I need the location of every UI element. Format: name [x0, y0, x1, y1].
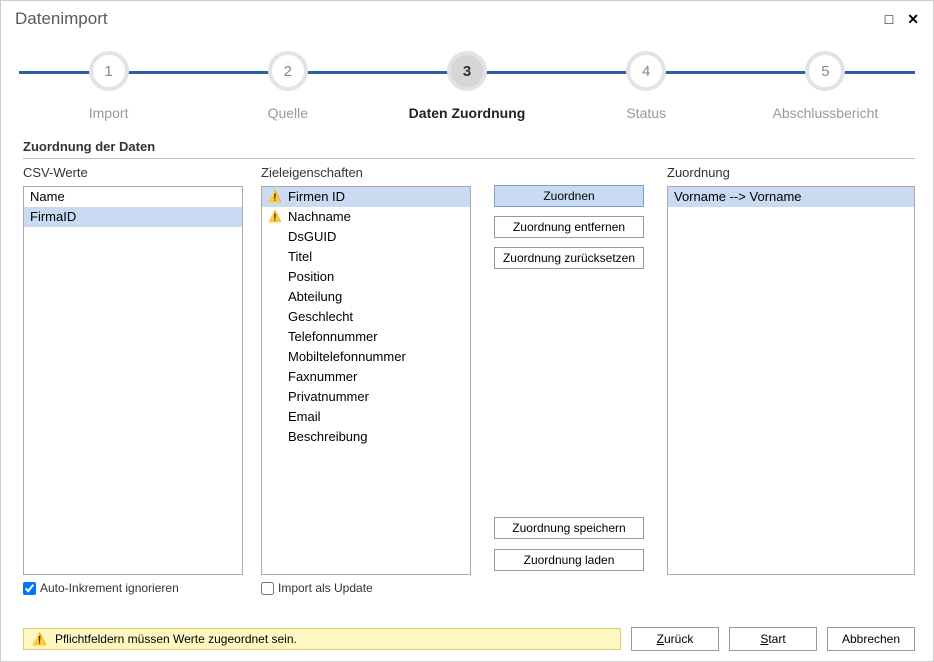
back-button[interactable]: Zurück — [631, 627, 719, 651]
ziel-header: Zieleigenschaften — [261, 165, 471, 180]
ziel-listbox[interactable]: ⚠️ Firmen ID ⚠️ Nachname DsGUID Titel Position… — [261, 186, 471, 575]
list-item[interactable]: Email — [262, 407, 470, 427]
list-item-label: Abteilung — [288, 288, 342, 306]
step-number: 5 — [805, 51, 845, 91]
step-number: 1 — [89, 51, 129, 91]
csv-header: CSV-Werte — [23, 165, 243, 180]
zuord-listbox[interactable]: Vorname --> Vorname — [667, 186, 915, 575]
titlebar: Datenimport □ ✕ — [1, 1, 933, 33]
warning-icon: ⚠️ — [268, 208, 282, 226]
step-2: 2 Quelle — [198, 43, 377, 121]
warning-icon: ⚠️ — [268, 188, 282, 206]
zuord-header: Zuordnung — [667, 165, 915, 180]
list-item[interactable]: Name — [24, 187, 242, 207]
window-title: Datenimport — [15, 9, 108, 29]
step-1: 1 Import — [19, 43, 198, 121]
warning-icon: ⚠️ — [32, 632, 47, 646]
list-item[interactable]: Abteilung — [262, 287, 470, 307]
warning-message-bar: ⚠️ Pflichtfeldern müssen Werte zugeordne… — [23, 628, 621, 650]
reset-mapping-button[interactable]: Zuordnung zurücksetzen — [494, 247, 644, 269]
list-item[interactable]: Vorname --> Vorname — [668, 187, 914, 207]
step-5: 5 Abschlussbericht — [736, 43, 915, 121]
wizard-stepper: 1 Import 2 Quelle 3 Daten Zuordnung 4 Status 5 Ab… — [19, 43, 915, 133]
step-label: Import — [89, 105, 129, 121]
list-item[interactable]: ⚠️ Firmen ID — [262, 187, 470, 207]
list-item-label: Geschlecht — [288, 308, 353, 326]
list-item[interactable]: Geschlecht — [262, 307, 470, 327]
close-icon[interactable]: ✕ — [907, 11, 919, 28]
list-item-label: Firmen ID — [288, 188, 345, 206]
step-number: 3 — [447, 51, 487, 91]
list-item[interactable]: Position — [262, 267, 470, 287]
list-item[interactable]: Privatnummer — [262, 387, 470, 407]
list-item[interactable]: ⚠️ Nachname — [262, 207, 470, 227]
start-button[interactable]: Start — [729, 627, 817, 651]
step-label: Daten Zuordnung — [409, 105, 526, 121]
step-label: Quelle — [268, 105, 308, 121]
list-item-label: Vorname --> Vorname — [674, 188, 802, 206]
cancel-button[interactable]: Abbrechen — [827, 627, 915, 651]
list-item-label: Titel — [288, 248, 312, 266]
step-number: 4 — [626, 51, 666, 91]
auto-increment-label: Auto-Inkrement ignorieren — [40, 581, 179, 595]
list-item[interactable]: Titel — [262, 247, 470, 267]
list-item-label: Telefonnummer — [288, 328, 378, 346]
list-item[interactable]: FirmaID — [24, 207, 242, 227]
list-item[interactable]: Beschreibung — [262, 427, 470, 447]
list-item-label: Email — [288, 408, 321, 426]
step-4: 4 Status — [557, 43, 736, 121]
list-item-label: Name — [30, 188, 65, 206]
list-item[interactable]: Faxnummer — [262, 367, 470, 387]
list-item-label: FirmaID — [30, 208, 76, 226]
step-3: 3 Daten Zuordnung — [377, 43, 556, 121]
list-item-label: Faxnummer — [288, 368, 357, 386]
maximize-icon[interactable]: □ — [885, 11, 893, 28]
auto-increment-checkbox[interactable]: Auto-Inkrement ignorieren — [23, 581, 261, 595]
list-item-label: Beschreibung — [288, 428, 368, 446]
import-as-update-label: Import als Update — [278, 581, 373, 595]
section-header: Zuordnung der Daten — [23, 139, 915, 159]
list-item[interactable]: Mobiltelefonnummer — [262, 347, 470, 367]
step-number: 2 — [268, 51, 308, 91]
load-mapping-button[interactable]: Zuordnung laden — [494, 549, 644, 571]
list-item-label: Position — [288, 268, 334, 286]
remove-mapping-button[interactable]: Zuordnung entfernen — [494, 216, 644, 238]
save-mapping-button[interactable]: Zuordnung speichern — [494, 517, 644, 539]
list-item-label: DsGUID — [288, 228, 336, 246]
csv-listbox[interactable]: Name FirmaID — [23, 186, 243, 575]
warning-text: Pflichtfeldern müssen Werte zugeordnet s… — [55, 632, 297, 646]
list-item-label: Privatnummer — [288, 388, 369, 406]
auto-increment-input[interactable] — [23, 582, 36, 595]
step-label: Abschlussbericht — [772, 105, 878, 121]
assign-button[interactable]: Zuordnen — [494, 185, 644, 207]
list-item-label: Mobiltelefonnummer — [288, 348, 406, 366]
list-item-label: Nachname — [288, 208, 351, 226]
step-label: Status — [626, 105, 666, 121]
list-item[interactable]: Telefonnummer — [262, 327, 470, 347]
list-item[interactable]: DsGUID — [262, 227, 470, 247]
import-as-update-checkbox[interactable]: Import als Update — [261, 581, 489, 595]
import-as-update-input[interactable] — [261, 582, 274, 595]
